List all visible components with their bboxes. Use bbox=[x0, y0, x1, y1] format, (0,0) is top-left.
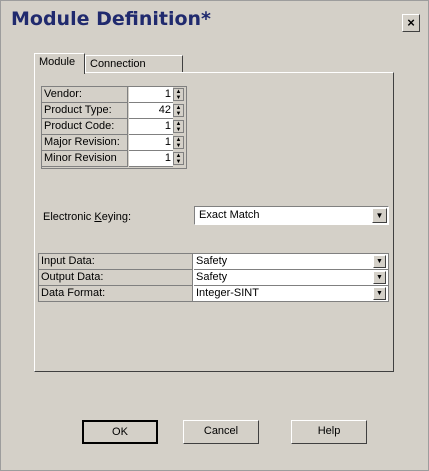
close-button[interactable]: × bbox=[402, 14, 420, 32]
electronic-keying-value: Exact Match bbox=[199, 209, 260, 221]
spin-down-icon[interactable]: ▼ bbox=[174, 127, 183, 133]
product-code-value[interactable]: 1 bbox=[129, 119, 173, 135]
product-code-row: Product Code: 1 ▲ ▼ bbox=[42, 119, 186, 135]
product-type-row: Product Type: 42 ▲ ▼ bbox=[42, 103, 186, 119]
input-data-row: Input Data: Safety ▼ bbox=[39, 254, 388, 270]
major-revision-row: Major Revision: 1 ▲ ▼ bbox=[42, 135, 186, 151]
chevron-down-icon[interactable]: ▼ bbox=[373, 271, 386, 284]
product-type-value[interactable]: 42 bbox=[129, 103, 173, 119]
vendor-label: Vendor: bbox=[42, 87, 128, 103]
tab-connection[interactable]: Connection bbox=[85, 55, 183, 73]
chevron-down-icon[interactable]: ▼ bbox=[373, 287, 386, 300]
chevron-down-icon[interactable]: ▼ bbox=[373, 255, 386, 268]
minor-revision-value[interactable]: 1 bbox=[129, 151, 173, 167]
product-type-label: Product Type: bbox=[42, 103, 128, 119]
ok-button[interactable]: OK bbox=[82, 420, 158, 444]
minor-revision-label: Minor Revision bbox=[42, 151, 128, 167]
spin-down-icon[interactable]: ▼ bbox=[174, 159, 183, 165]
cancel-button[interactable]: Cancel bbox=[183, 420, 259, 444]
input-data-select[interactable]: Safety ▼ bbox=[194, 254, 388, 270]
spin-down-icon[interactable]: ▼ bbox=[174, 143, 183, 149]
product-type-spinner[interactable]: ▲ ▼ bbox=[173, 104, 184, 117]
major-revision-spinner[interactable]: ▲ ▼ bbox=[173, 136, 184, 149]
data-format-label: Data Format: bbox=[39, 286, 193, 302]
minor-revision-spinner[interactable]: ▲ ▼ bbox=[173, 152, 184, 165]
product-code-label: Product Code: bbox=[42, 119, 128, 135]
product-code-spinner[interactable]: ▲ ▼ bbox=[173, 120, 184, 133]
data-settings-grid: Input Data: Safety ▼ Output Data: Safety ▼… bbox=[38, 253, 389, 302]
spin-down-icon[interactable]: ▼ bbox=[174, 111, 183, 117]
module-definition-dialog: Module Definition* × Module Connection V… bbox=[0, 0, 429, 471]
major-revision-value[interactable]: 1 bbox=[129, 135, 173, 151]
keying-accelerator: K bbox=[94, 211, 102, 223]
spin-down-icon[interactable]: ▼ bbox=[174, 95, 183, 101]
dialog-title: Module Definition* bbox=[11, 8, 211, 30]
close-icon: × bbox=[407, 15, 415, 30]
module-info-grid: Vendor: 1 ▲ ▼ Product Type: 42 ▲ ▼ Product… bbox=[41, 86, 187, 169]
input-data-label: Input Data: bbox=[39, 254, 193, 270]
vendor-value[interactable]: 1 bbox=[129, 87, 173, 103]
vendor-spinner[interactable]: ▲ ▼ bbox=[173, 88, 184, 101]
minor-revision-row: Minor Revision 1 ▲ ▼ bbox=[42, 151, 186, 167]
data-format-select[interactable]: Integer-SINT ▼ bbox=[194, 286, 388, 302]
output-data-row: Output Data: Safety ▼ bbox=[39, 270, 388, 286]
module-tab-panel: Vendor: 1 ▲ ▼ Product Type: 42 ▲ ▼ Product… bbox=[34, 72, 394, 372]
electronic-keying-label: Electronic Keying: bbox=[43, 211, 132, 223]
tab-module[interactable]: Module bbox=[34, 53, 85, 74]
chevron-down-icon[interactable]: ▼ bbox=[372, 208, 387, 223]
vendor-row: Vendor: 1 ▲ ▼ bbox=[42, 87, 186, 103]
title-bar[interactable]: Module Definition* bbox=[5, 5, 423, 35]
help-button[interactable]: Help bbox=[291, 420, 367, 444]
output-data-select[interactable]: Safety ▼ bbox=[194, 270, 388, 286]
electronic-keying-select[interactable]: Exact Match ▼ bbox=[194, 206, 389, 225]
output-data-label: Output Data: bbox=[39, 270, 193, 286]
data-format-row: Data Format: Integer-SINT ▼ bbox=[39, 286, 388, 302]
major-revision-label: Major Revision: bbox=[42, 135, 128, 151]
